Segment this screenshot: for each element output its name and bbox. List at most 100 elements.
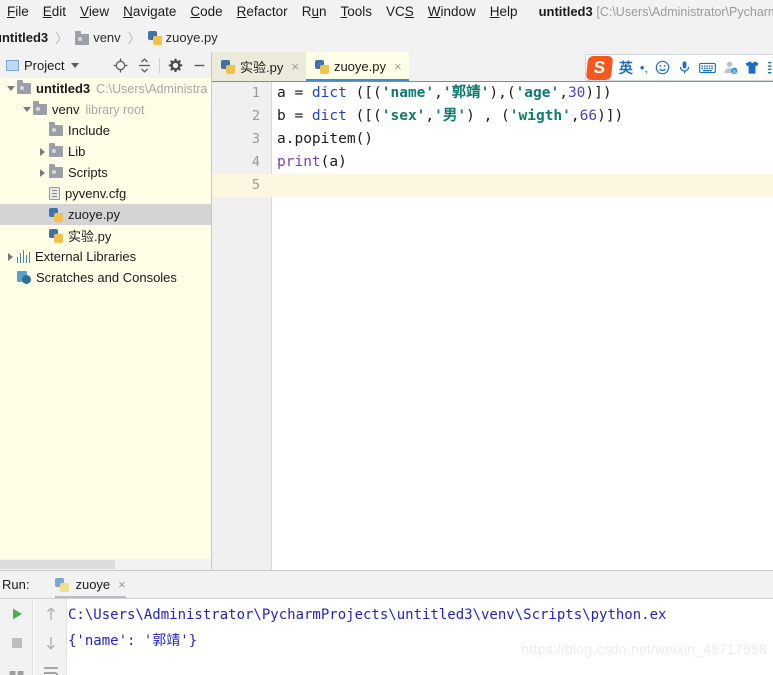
console-output[interactable]: C:\Users\Administrator\PycharmProjects\u… <box>68 599 773 675</box>
code-line[interactable]: 2b = dict ([('sex','男') , ('wigth',66)]) <box>212 105 773 128</box>
tree-node-note: library root <box>85 102 145 117</box>
code-line[interactable]: 5 <box>212 174 773 197</box>
menu-navigate[interactable]: Navigate <box>116 0 183 23</box>
breadcrumb-root[interactable]: untitled3 <box>0 30 48 45</box>
code-line-text: a.popitem() <box>277 128 373 151</box>
chevron-down-icon[interactable] <box>71 62 80 68</box>
tree-node-label: untitled3 <box>36 81 91 96</box>
soft-wrap-icon[interactable] <box>34 657 67 675</box>
python-file-icon <box>49 207 63 222</box>
editor-tab[interactable]: 实验.py × <box>212 52 306 81</box>
menu-code[interactable]: Code <box>183 0 229 23</box>
code-token: , <box>570 108 580 124</box>
user-account-icon[interactable]: S <box>723 60 738 75</box>
code-editor[interactable]: 1a = dict ([('name','郭靖'),('age',30)]) 2 b… <box>212 81 773 570</box>
menu-view[interactable]: View <box>73 0 116 23</box>
print-output-button[interactable] <box>0 657 33 675</box>
menu-help[interactable]: Help <box>483 0 525 23</box>
close-icon[interactable]: × <box>291 60 299 73</box>
code-token: '郭靖' <box>442 85 490 101</box>
chevron-right-icon[interactable] <box>36 168 49 177</box>
tree-node-note: C:\Users\Administra <box>96 81 208 96</box>
close-icon[interactable]: × <box>118 578 126 591</box>
tree-node[interactable]: Scripts <box>0 162 211 183</box>
stop-button[interactable] <box>0 628 33 657</box>
menu-refactor[interactable]: Refactor <box>230 0 295 23</box>
minimize-panel-icon[interactable] <box>187 52 211 78</box>
scroll-up-icon[interactable] <box>34 599 67 628</box>
rerun-button[interactable] <box>0 599 33 628</box>
project-panel-title[interactable]: Project <box>24 58 64 73</box>
code-token: ),( <box>489 85 516 101</box>
breadcrumb-item-venv[interactable]: venv <box>75 30 121 45</box>
menu-tools[interactable]: Tools <box>333 0 379 23</box>
menu-file[interactable]: File <box>0 0 36 23</box>
menu-window[interactable]: Window <box>421 0 483 23</box>
code-token: dict <box>311 108 347 124</box>
ime-punctuation-icon[interactable]: •, <box>640 60 648 75</box>
scroll-down-icon[interactable] <box>34 628 67 657</box>
tree-node[interactable]: External Libraries <box>0 246 211 267</box>
gear-icon[interactable] <box>163 52 187 78</box>
tree-node-label: External Libraries <box>35 249 137 264</box>
code-token: 'wigth' <box>509 108 571 124</box>
code-line[interactable]: 4 print(a) <box>212 151 773 174</box>
code-token: a.popitem() <box>277 131 374 147</box>
scrollbar-thumb[interactable] <box>0 560 115 569</box>
project-horizontal-scrollbar[interactable] <box>0 559 211 570</box>
menu-bar: File Edit View Navigate Code Refactor Ru… <box>0 0 773 23</box>
run-console[interactable]: C:\Users\Administrator\PycharmProjects\u… <box>0 598 773 675</box>
code-token: print <box>277 154 321 170</box>
ime-more-icon[interactable] <box>767 60 773 75</box>
microphone-icon[interactable] <box>677 60 692 75</box>
project-tree[interactable]: untitled3 C:\Users\Administra venv library … <box>0 78 211 559</box>
tree-node[interactable]: Lib <box>0 141 211 162</box>
keyboard-icon[interactable] <box>699 61 716 75</box>
code-area[interactable]: 1a = dict ([('name','郭靖'),('age',30)]) 2 b… <box>212 82 773 570</box>
code-token: a = <box>277 85 312 101</box>
code-line[interactable]: 3 a.popitem() <box>212 128 773 151</box>
python-file-icon <box>49 228 63 243</box>
tree-node[interactable]: untitled3 C:\Users\Administra <box>0 78 211 99</box>
python-file-icon <box>314 59 329 74</box>
editor-tab[interactable]: zuoye.py × <box>305 52 409 81</box>
menu-vcs[interactable]: VCS <box>379 0 421 23</box>
ime-emoji-icon[interactable] <box>655 60 670 75</box>
chevron-right-icon[interactable] <box>4 252 17 261</box>
code-token: , <box>425 108 435 124</box>
sogou-logo-icon[interactable]: S <box>586 55 614 80</box>
collapse-all-icon[interactable] <box>132 52 156 78</box>
menu-run[interactable]: Run <box>295 0 334 23</box>
external-libraries-icon <box>17 250 31 263</box>
tree-node-label: zuoye.py <box>68 207 121 222</box>
tree-node[interactable]: zuoye.py <box>0 204 211 225</box>
ime-language-mode-icon[interactable]: 英 <box>619 58 633 78</box>
code-line-text: print(a) <box>277 151 347 174</box>
skin-theme-icon[interactable] <box>745 60 760 75</box>
tree-node[interactable]: pyvenv.cfg <box>0 183 211 204</box>
menu-edit[interactable]: Edit <box>36 0 73 23</box>
tree-node[interactable]: venv library root <box>0 99 211 120</box>
tree-node[interactable]: Include <box>0 120 211 141</box>
tree-node[interactable]: Scratches and Consoles <box>0 267 211 288</box>
breadcrumb: untitled3 〉 venv 〉 zuoye.py <box>0 24 773 50</box>
code-token: , <box>434 85 443 101</box>
code-line-text: a = dict ([('name','郭靖'),('age',30)]) <box>277 82 612 105</box>
sogou-ime-toolbar[interactable]: S 英 •, S <box>585 54 773 81</box>
cfg-file-icon <box>49 187 60 200</box>
code-token: 'sex' <box>381 108 426 124</box>
breadcrumb-item-file[interactable]: zuoye.py <box>147 30 218 45</box>
chevron-right-icon[interactable] <box>36 147 49 156</box>
code-line[interactable]: 1a = dict ([('name','郭靖'),('age',30)]) <box>212 82 773 105</box>
tree-node[interactable]: 实验.py <box>0 225 211 246</box>
folder-icon <box>49 143 63 157</box>
python-file-icon <box>147 30 162 45</box>
close-icon[interactable]: × <box>394 60 402 73</box>
chevron-down-icon[interactable] <box>4 86 17 91</box>
run-toolbar-right <box>34 599 67 675</box>
locate-file-icon[interactable] <box>108 52 132 78</box>
chevron-down-icon[interactable] <box>20 107 33 112</box>
folder-icon <box>17 80 31 94</box>
breadcrumb-separator: 〉 <box>55 30 69 46</box>
run-tab-zuoye[interactable]: zuoye × <box>51 571 129 598</box>
